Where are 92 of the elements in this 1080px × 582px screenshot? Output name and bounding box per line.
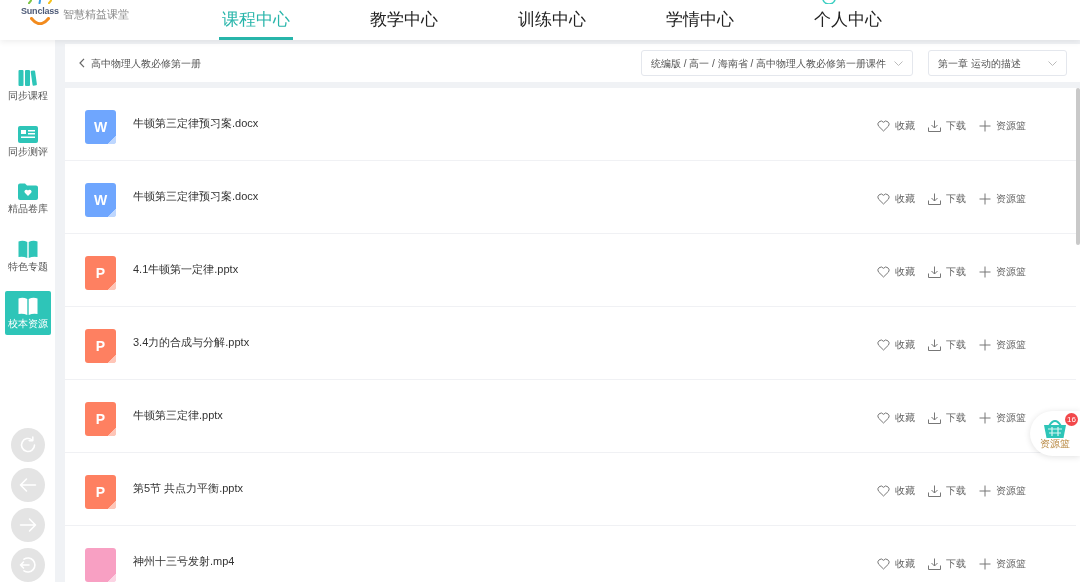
arrow-right-icon	[18, 517, 37, 533]
file-type-icon: W	[85, 183, 116, 217]
brand-title: 智慧精益课堂	[62, 7, 129, 21]
back-link[interactable]: 高中物理人教必修第一册	[79, 55, 201, 71]
heart-icon	[877, 412, 890, 424]
download-button[interactable]: 下载	[928, 265, 966, 279]
refresh-button[interactable]	[10, 428, 45, 462]
download-icon	[928, 485, 941, 497]
brand-name: Sunclass	[21, 6, 59, 17]
nav-tab[interactable]: 教学中心	[367, 0, 441, 40]
file-type-icon	[85, 548, 116, 582]
file-name[interactable]: 神州十三号发射.mp4	[133, 554, 235, 568]
file-name[interactable]: 牛顿第三定律预习案.docx	[133, 189, 259, 203]
file-name[interactable]: 牛顿第三定律.pptx	[133, 408, 223, 422]
file-type-icon: P	[85, 256, 116, 290]
heart-icon	[877, 485, 890, 497]
scrollbar-thumb[interactable]	[1076, 88, 1080, 245]
file-type-icon: P	[85, 402, 116, 436]
chevron-left-icon	[79, 58, 85, 68]
add-to-basket-button[interactable]: 资源篮	[979, 265, 1026, 279]
favorite-button[interactable]: 收藏	[877, 338, 915, 352]
favorite-button[interactable]: 收藏	[877, 484, 915, 498]
favorite-button[interactable]: 收藏	[877, 411, 915, 425]
download-icon	[928, 193, 941, 205]
heart-icon	[877, 266, 890, 278]
add-to-basket-button[interactable]: 资源篮	[979, 192, 1026, 206]
plus-icon	[979, 193, 991, 205]
count-badge: 16	[1065, 413, 1078, 426]
refresh-icon	[18, 436, 37, 454]
heart-icon	[877, 120, 890, 132]
download-button[interactable]: 下载	[928, 557, 966, 571]
file-name[interactable]: 牛顿第三定律预习案.docx	[133, 116, 259, 130]
chevron-down-icon	[894, 60, 903, 66]
chevron-down-icon	[1048, 60, 1057, 66]
basket-icon	[1043, 417, 1067, 438]
books-icon	[17, 68, 38, 87]
nav-tab[interactable]: 学情中心	[663, 0, 737, 40]
resource-basket-button[interactable]: 资源篮 16	[1030, 411, 1080, 456]
file-type-icon: P	[85, 475, 116, 509]
heart-icon	[877, 339, 890, 351]
add-to-basket-button[interactable]: 资源篮	[979, 484, 1026, 498]
download-icon	[928, 266, 941, 278]
file-name[interactable]: 3.4力的合成与分解.pptx	[133, 335, 250, 349]
exit-icon	[18, 556, 37, 574]
download-icon	[928, 412, 941, 424]
nav-tab[interactable]: 个人中心	[811, 0, 885, 40]
sidebar-item[interactable]: 同步测评	[4, 120, 51, 164]
file-name[interactable]: 4.1牛顿第一定律.pptx	[133, 262, 239, 276]
heart-folder-icon	[17, 183, 38, 200]
favorite-button[interactable]: 收藏	[877, 265, 915, 279]
plus-icon	[979, 558, 991, 570]
heart-icon	[877, 558, 890, 570]
download-button[interactable]: 下载	[928, 119, 966, 133]
plus-icon	[979, 485, 991, 497]
sidebar-item[interactable]: 精品卷库	[4, 177, 51, 221]
download-icon	[928, 339, 941, 351]
favorite-button[interactable]: 收藏	[877, 119, 915, 133]
add-to-basket-button[interactable]: 资源篮	[979, 411, 1026, 425]
download-button[interactable]: 下载	[928, 411, 966, 425]
plus-icon	[979, 412, 991, 424]
download-button[interactable]: 下载	[928, 192, 966, 206]
download-button[interactable]: 下载	[928, 484, 966, 498]
file-type-icon: P	[85, 329, 116, 363]
exit-button[interactable]	[10, 548, 45, 582]
download-icon	[928, 558, 941, 570]
add-to-basket-button[interactable]: 资源篮	[979, 338, 1026, 352]
filter-dropdown[interactable]: 统编版 / 高一 / 海南省 / 高中物理人教必修第一册课件	[641, 50, 913, 76]
add-to-basket-button[interactable]: 资源篮	[979, 119, 1026, 133]
add-to-basket-button[interactable]: 资源篮	[979, 557, 1026, 571]
file-name[interactable]: 第5节 共点力平衡.pptx	[133, 481, 244, 495]
download-icon	[928, 120, 941, 132]
heart-icon	[877, 193, 890, 205]
book-icon	[17, 296, 38, 315]
sidebar-item[interactable]: 特色专题	[4, 234, 51, 278]
plus-icon	[979, 120, 991, 132]
news-card-icon	[17, 126, 38, 143]
forward-button[interactable]	[10, 508, 45, 542]
sidebar-item[interactable]: 同步课程	[4, 63, 51, 107]
nav-tab[interactable]: 训练中心	[515, 0, 589, 40]
plus-icon	[979, 339, 991, 351]
plus-icon	[979, 266, 991, 278]
book-icon	[17, 239, 38, 258]
logo-rays-icon	[26, 0, 53, 4]
back-button[interactable]	[10, 468, 45, 502]
logo-arc-icon	[29, 17, 50, 25]
file-type-icon: W	[85, 110, 116, 144]
favorite-button[interactable]: 收藏	[877, 192, 915, 206]
ring-icon	[822, 0, 836, 4]
arrow-left-icon	[18, 477, 37, 493]
download-button[interactable]: 下载	[928, 338, 966, 352]
filter-dropdown[interactable]: 第一章 运动的描述	[928, 50, 1067, 76]
favorite-button[interactable]: 收藏	[877, 557, 915, 571]
